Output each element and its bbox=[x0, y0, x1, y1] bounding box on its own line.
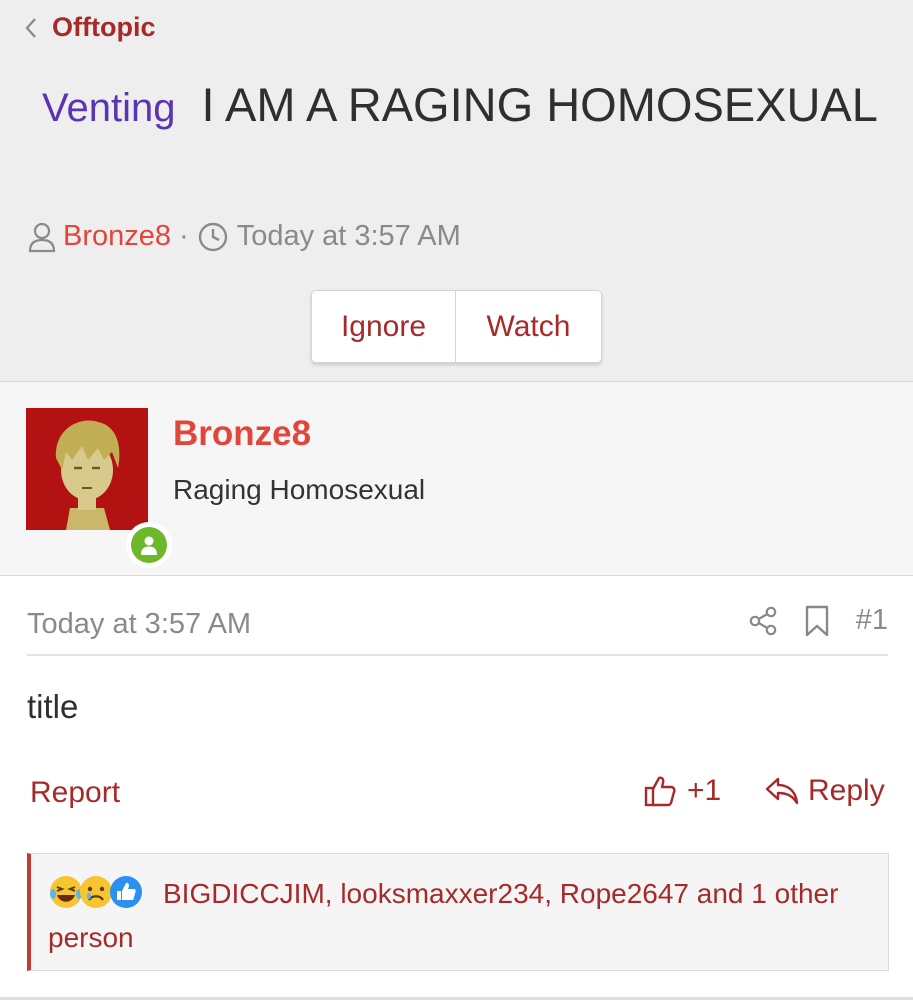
back-link[interactable]: Offtopic bbox=[24, 12, 155, 43]
like-button[interactable]: +1 bbox=[643, 774, 721, 808]
thread-button-group: Ignore Watch bbox=[311, 290, 602, 363]
reply-icon bbox=[765, 777, 799, 805]
post-username[interactable]: Bronze8 bbox=[173, 414, 311, 454]
reaction-users[interactable]: BIGDICCJIM, looksmaxxer234, Rope2647 and… bbox=[48, 872, 848, 960]
report-link[interactable]: Report bbox=[30, 776, 120, 810]
page-title: Venting I AM A RAGING HOMOSEXUAL bbox=[27, 72, 887, 141]
back-link-label: Offtopic bbox=[52, 12, 156, 42]
thread-prefix[interactable]: Venting bbox=[42, 86, 175, 130]
watch-button[interactable]: Watch bbox=[456, 291, 601, 362]
reactions-bar[interactable]: BIGDICCJIM, looksmaxxer234, Rope2647 and… bbox=[27, 853, 889, 971]
user-icon bbox=[28, 222, 56, 252]
avatar-image bbox=[26, 408, 148, 530]
post-divider bbox=[27, 654, 888, 656]
share-icon[interactable] bbox=[748, 606, 778, 636]
thread-author[interactable]: Bronze8 bbox=[63, 220, 171, 253]
thread-meta: Bronze8 · Today at 3:57 AM bbox=[27, 220, 461, 253]
post-date[interactable]: Today at 3:57 AM bbox=[27, 608, 251, 641]
reply-button[interactable]: Reply bbox=[764, 774, 885, 808]
chevron-left-icon bbox=[25, 17, 36, 38]
thread-header: Offtopic Venting I AM A RAGING HOMOSEXUAL… bbox=[0, 0, 913, 382]
post-user-block: Bronze8 Raging Homosexual bbox=[0, 382, 913, 576]
like-count: +1 bbox=[687, 774, 722, 807]
bookmark-icon[interactable] bbox=[804, 605, 830, 637]
meta-separator: · bbox=[179, 220, 189, 252]
post-number[interactable]: #1 bbox=[856, 604, 888, 637]
post-actions: #1 bbox=[748, 604, 888, 637]
post-body: title bbox=[27, 688, 79, 725]
thread-time[interactable]: Today at 3:57 AM bbox=[237, 220, 461, 253]
clock-icon bbox=[198, 222, 227, 251]
reply-label: Reply bbox=[808, 774, 885, 807]
thumbs-up-outline-icon bbox=[644, 776, 676, 807]
avatar[interactable] bbox=[26, 408, 172, 568]
ignore-button[interactable]: Ignore bbox=[312, 291, 456, 362]
online-status-badge bbox=[126, 522, 172, 568]
thread-title-text: I AM A RAGING HOMOSEXUAL bbox=[201, 78, 878, 131]
user-title: Raging Homosexual bbox=[173, 474, 426, 505]
post: Today at 3:57 AM #1 title Report +1 Repl… bbox=[0, 576, 913, 1000]
online-user-icon bbox=[141, 536, 157, 555]
